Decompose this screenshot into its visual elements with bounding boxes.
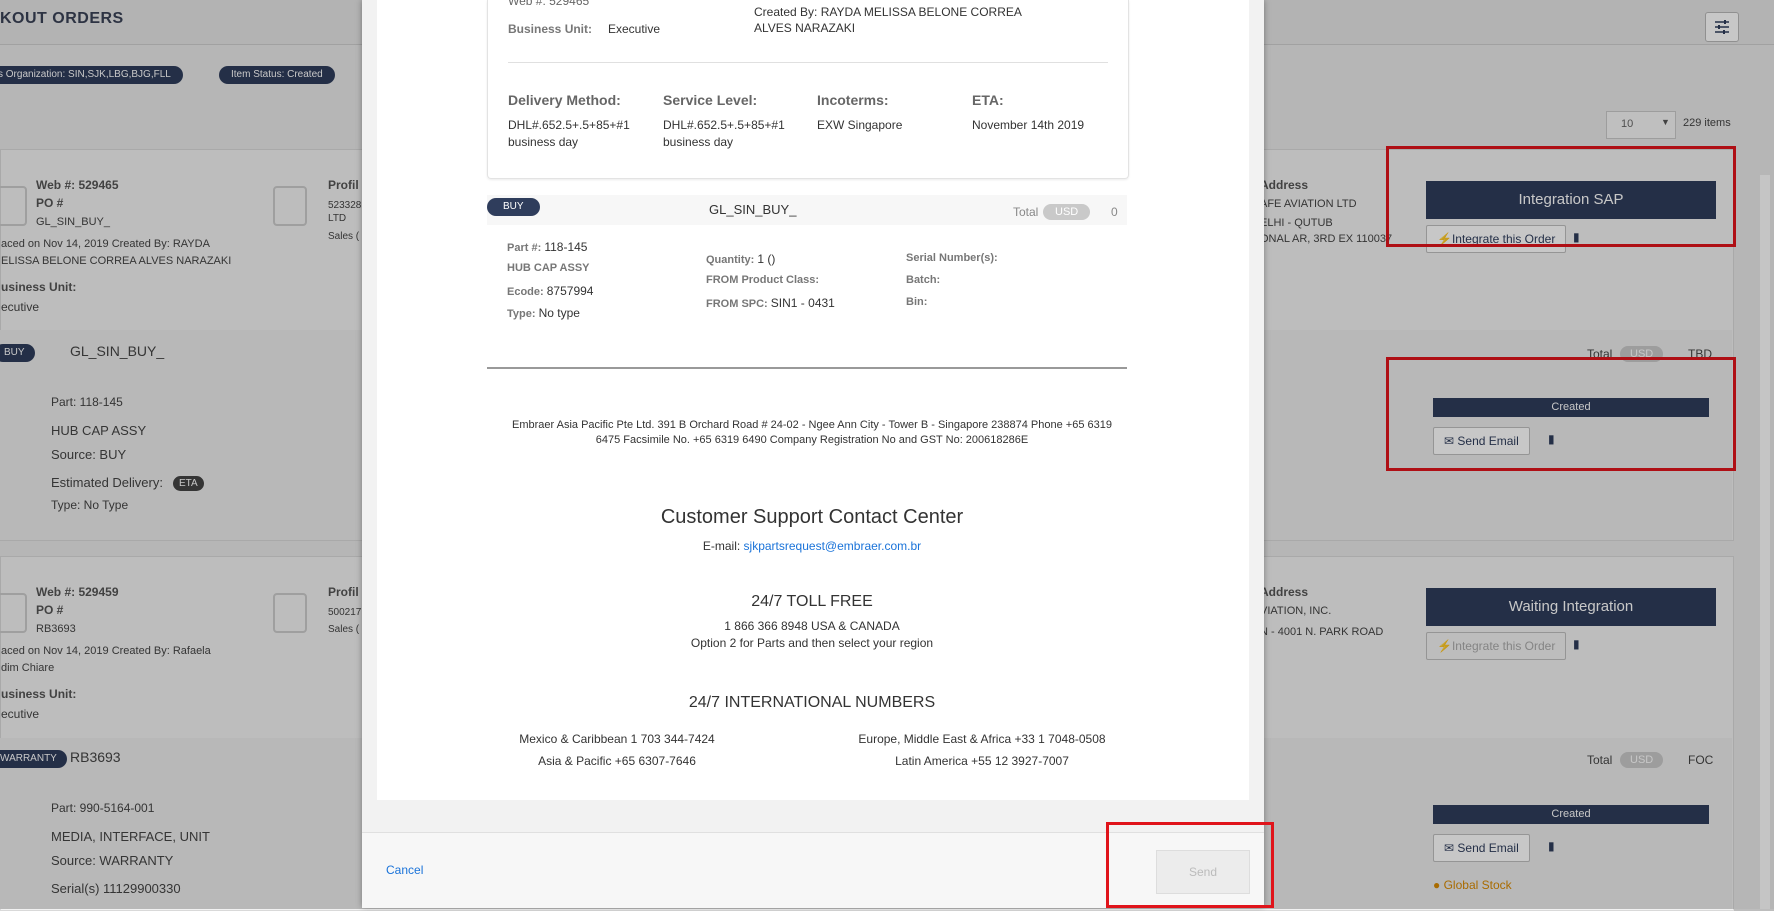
service-level-value: DHL#.652.5+.5+85+#1 <box>663 118 785 132</box>
from-spc-label: FROM SPC: SIN1 - 0431 <box>706 296 835 310</box>
support-title: Customer Support Contact Center <box>660 506 964 528</box>
type-value: No type <box>538 306 580 320</box>
email-preview-modal: Web #: 529465 Business Unit: Executive C… <box>362 0 1264 908</box>
modal-item-type-badge: BUY <box>487 198 540 216</box>
company-info: Embraer Asia Pacific Pte Ltd. 391 B Orch… <box>512 419 1112 431</box>
delivery-method-label: Delivery Method: <box>508 92 621 108</box>
modal-item-currency: USD <box>1043 204 1091 220</box>
from-product-class-label: FROM Product Class: <box>706 274 820 286</box>
modal-item-total-label: Total <box>1013 205 1039 219</box>
part-desc: HUB CAP ASSY <box>507 262 590 274</box>
eta-value: November 14th 2019 <box>972 118 1085 132</box>
eta-label: ETA: <box>972 92 1004 108</box>
part-label-text: Part #: <box>507 242 542 254</box>
ecode-label-text: Ecode: <box>507 286 544 298</box>
divider <box>508 62 1108 63</box>
bin-label: Bin: <box>906 296 928 308</box>
from-spc-label-text: FROM SPC: <box>706 298 768 310</box>
intl-number: Latin America +55 12 3927-7007 <box>895 754 1069 768</box>
from-spc-value: SIN1 - 0431 <box>770 296 835 310</box>
modal-item-header: BUY GL_SIN_BUY_ Total USD 0 <box>487 195 1127 225</box>
quantity-label: Quantity: 1 () <box>706 252 775 266</box>
modal-bu-label: Business Unit: <box>508 22 593 36</box>
modal-created-by-2: ALVES NARAZAKI <box>754 21 856 35</box>
modal-web-number: Web #: 529465 <box>508 0 590 8</box>
company-info-2: 6475 Facsimile No. +65 6319 6490 Company… <box>595 434 1029 446</box>
batch-label: Batch: <box>906 274 941 286</box>
ecode-label: Ecode: 8757994 <box>507 284 593 298</box>
modal-bu-value: Executive <box>608 22 661 36</box>
intl-number: Europe, Middle East & Africa +33 1 7048-… <box>858 732 1106 746</box>
order-info-card: Web #: 529465 Business Unit: Executive C… <box>487 0 1129 179</box>
modal-item-ref: GL_SIN_BUY_ <box>709 202 797 217</box>
intl-number: Asia & Pacific +65 6307-7646 <box>538 754 696 768</box>
tollfree-option: Option 2 for Parts and then select your … <box>690 636 934 650</box>
email-preview-body: Web #: 529465 Business Unit: Executive C… <box>377 0 1249 800</box>
support-email: E-mail: sjkpartsrequest@embraer.com.br <box>477 539 1147 553</box>
tollfree-title: 24/7 TOLL FREE <box>751 593 873 610</box>
modal-item-amount: 0 <box>1111 205 1118 219</box>
scrollbar[interactable] <box>1760 175 1770 909</box>
divider <box>487 367 1127 369</box>
quantity-label-text: Quantity: <box>706 254 755 266</box>
intl-number: Mexico & Caribbean 1 703 344-7424 <box>519 732 715 746</box>
incoterms-label: Incoterms: <box>817 92 889 108</box>
tollfree-number: 1 866 366 8948 USA & CANADA <box>724 619 900 633</box>
part-value: 118-145 <box>544 240 588 254</box>
quantity-value: 1 () <box>757 252 776 266</box>
delivery-method-value: DHL#.652.5+.5+85+#1 <box>508 118 630 132</box>
type-label-text: Type: <box>507 308 536 320</box>
modal-created-by: Created By: RAYDA MELISSA BELONE CORREA <box>754 5 1022 19</box>
part-label: Part #: 118-145 <box>507 240 587 254</box>
ecode-value: 8757994 <box>546 284 594 298</box>
serial-numbers-label: Serial Number(s): <box>906 252 998 264</box>
modal-item-currency-pill: USD <box>1043 204 1091 220</box>
email-label: E-mail: <box>702 539 741 553</box>
intl-title: 24/7 INTERNATIONAL NUMBERS <box>688 694 936 711</box>
service-level-value-2: business day <box>663 135 734 149</box>
cancel-button[interactable]: Cancel <box>386 863 423 877</box>
service-level-label: Service Level: <box>663 92 758 108</box>
delivery-method-value-2: business day <box>508 135 579 149</box>
incoterms-value: EXW Singapore <box>817 118 903 132</box>
type-label: Type: No type <box>507 306 580 320</box>
email-link[interactable]: sjkpartsrequest@embraer.com.br <box>744 539 922 553</box>
highlight-box <box>1106 822 1274 908</box>
